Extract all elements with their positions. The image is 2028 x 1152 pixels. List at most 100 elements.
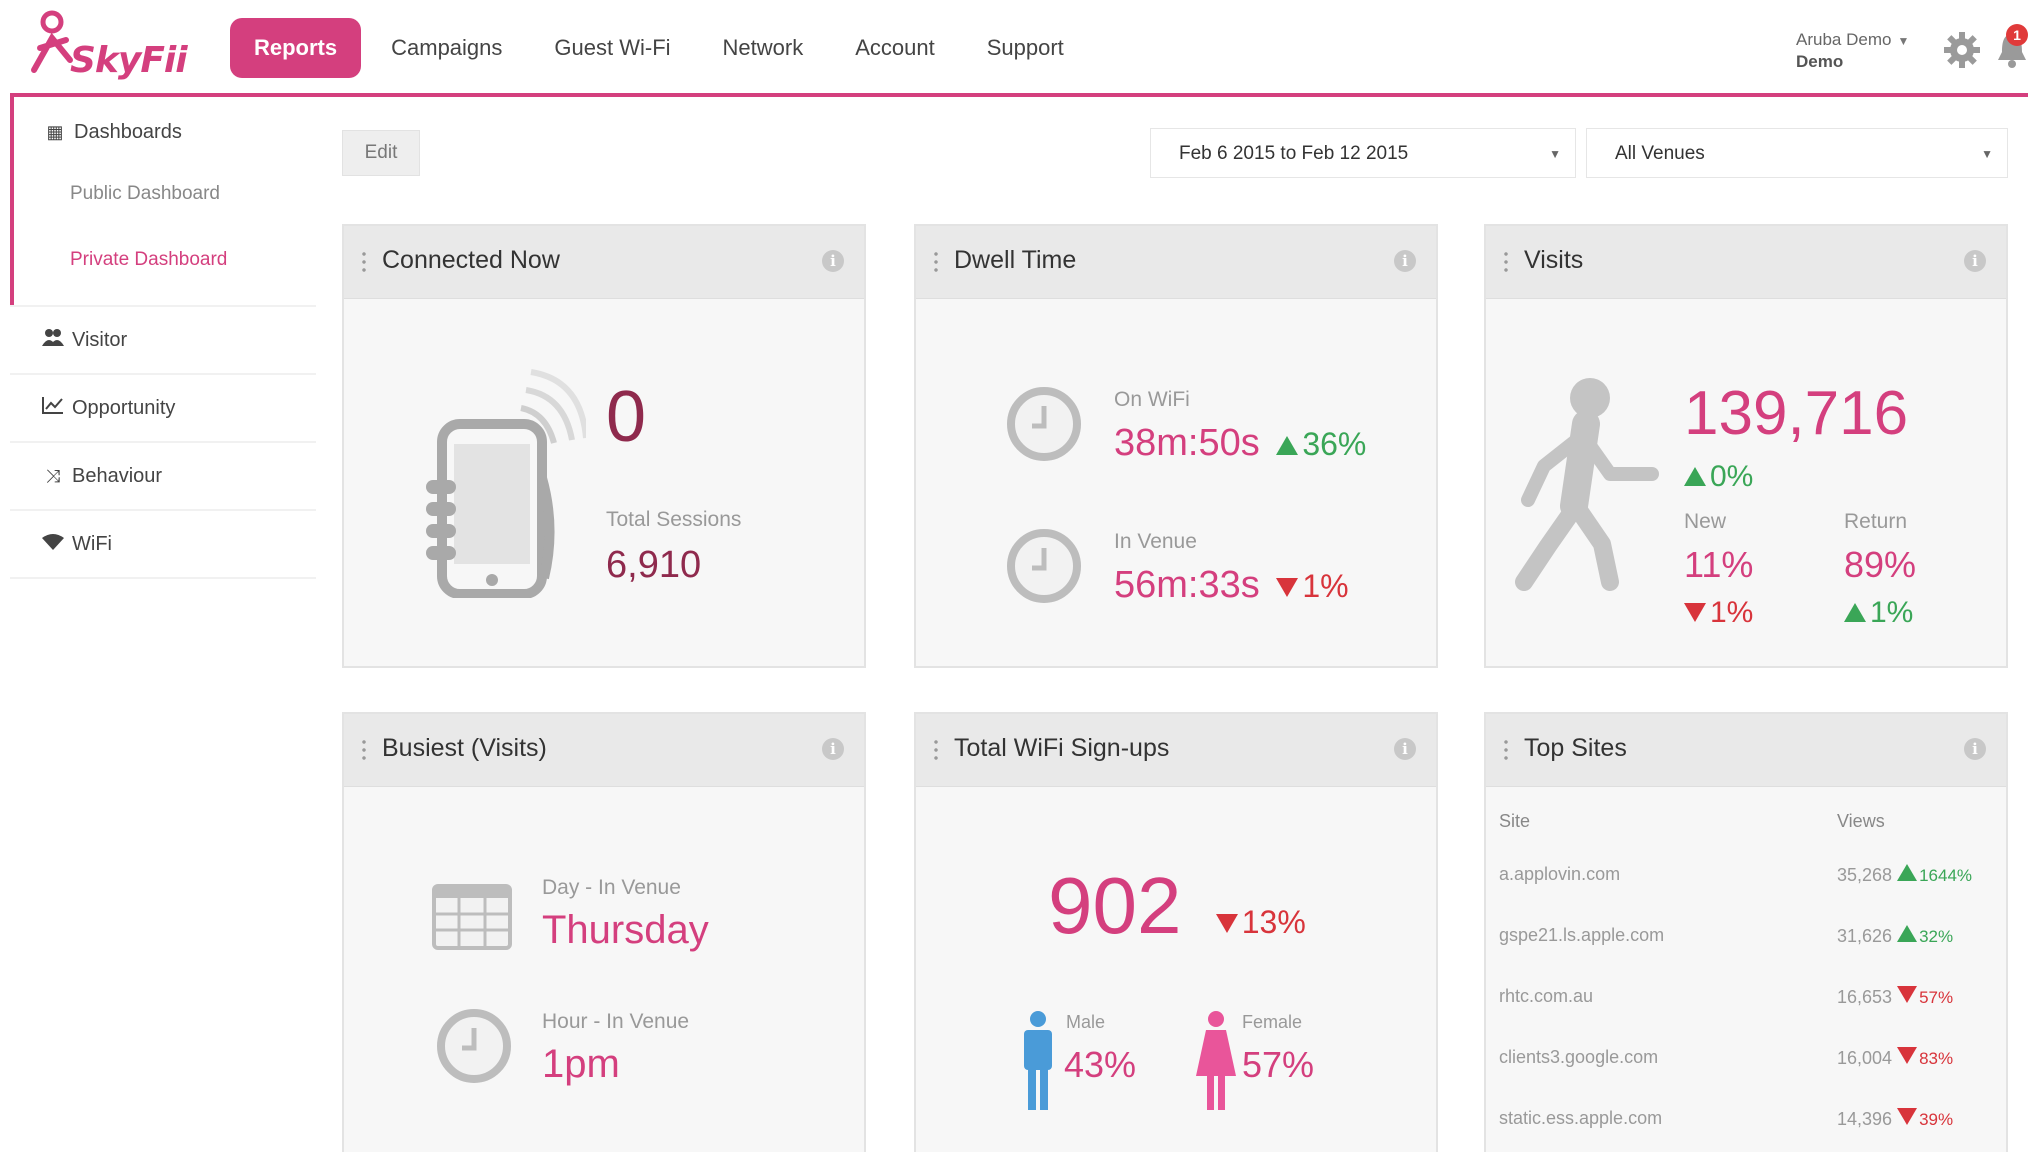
sidebar-item-private-dashboard[interactable]: Private Dashboard <box>14 227 316 293</box>
chevron-down-icon: ▼ <box>1897 34 1910 48</box>
arrow-down-icon <box>1897 1046 1918 1064</box>
busiest-visits-card: Busiest (Visits) i Day - In Venue Thursd… <box>342 712 866 1152</box>
on-wifi-label: On WiFi <box>1114 388 1190 411</box>
venue-value: All Venues <box>1615 143 1705 164</box>
arrow-down-icon <box>1897 985 1918 1003</box>
sidebar-dashboards-group: ▦ Dashboards Public Dashboard Private Das… <box>10 97 316 305</box>
nav-guest-wifi[interactable]: Guest Wi-Fi <box>532 18 692 78</box>
users-icon <box>40 307 66 373</box>
table-row[interactable]: clients3.google.com 16,004 83% <box>1498 1027 2006 1088</box>
nav-reports[interactable]: Reports <box>230 18 362 78</box>
male-icon <box>1024 1011 1052 1110</box>
in-venue-row: 56m:33s 1% <box>1114 564 1349 607</box>
busiest-hour-label: Hour - In Venue <box>542 1010 690 1033</box>
nav-campaigns[interactable]: Campaigns <box>369 18 524 78</box>
calendar-icon <box>432 884 512 950</box>
table-row[interactable]: a.applovin.com 35,268 1644% <box>1498 844 2006 905</box>
site-views: 16,653 <box>1837 986 1893 1007</box>
nav-account[interactable]: Account <box>833 18 957 78</box>
skyfii-logo[interactable]: SkyFii <box>26 8 188 92</box>
clock-icon <box>437 1009 511 1083</box>
male-label: Male <box>1066 1012 1106 1032</box>
site-views: 31,626 <box>1837 925 1893 946</box>
chevron-down-icon: ▼ <box>1549 147 1561 161</box>
table-row[interactable]: static.ess.apple.com 14,396 39% <box>1498 1088 2006 1149</box>
table-row[interactable]: rhtc.com.au 16,653 57% <box>1498 966 2006 1027</box>
edit-button[interactable]: Edit <box>342 130 420 176</box>
phone-wifi-icon <box>426 369 586 598</box>
site-name: rhtc.com.au <box>1499 986 1594 1006</box>
nav-support[interactable]: Support <box>965 18 1086 78</box>
female-label: Female <box>1242 1012 1303 1032</box>
card-title: Visits <box>1524 246 1584 274</box>
clock-icon <box>1007 387 1081 461</box>
venue-select[interactable]: All Venues ▼ <box>1586 128 2008 178</box>
card-header: Visits i <box>1486 226 2006 299</box>
site-change: 83% <box>1897 1046 1953 1068</box>
walking-person-icon <box>1515 378 1659 591</box>
main-nav: Reports Campaigns Guest Wi-Fi Network Ac… <box>230 18 1094 78</box>
drag-handle-icon[interactable] <box>1504 738 1508 762</box>
busiest-day-value: Thursday <box>542 908 709 952</box>
sidebar-item-label: Opportunity <box>72 397 176 419</box>
info-icon[interactable]: i <box>1394 738 1416 760</box>
sidebar-item-label: Behaviour <box>72 465 163 487</box>
total-sessions-value: 6,910 <box>606 544 702 586</box>
user-name: Aruba Demo <box>1796 30 1892 49</box>
sidebar-item-wifi[interactable]: WiFi <box>10 509 316 579</box>
info-icon[interactable]: i <box>1964 250 1986 272</box>
date-range-value: Feb 6 2015 to Feb 12 2015 <box>1179 143 1409 164</box>
sidebar-item-visitor[interactable]: Visitor <box>10 305 316 373</box>
on-wifi-row: 38m:50s 36% <box>1114 422 1366 465</box>
nav-network[interactable]: Network <box>701 18 826 78</box>
connected-now-value: 0 <box>606 377 647 457</box>
sidebar: ▦ Dashboards Public Dashboard Private Das… <box>10 97 316 579</box>
card-title: Top Sites <box>1524 734 1627 762</box>
arrow-up-icon <box>1844 603 1866 622</box>
info-icon[interactable]: i <box>822 738 844 760</box>
info-icon[interactable]: i <box>1964 738 1986 760</box>
info-icon[interactable]: i <box>1394 250 1416 272</box>
female-icon <box>1196 1011 1236 1110</box>
female-value: 57% <box>1242 1044 1315 1085</box>
notification-badge: 1 <box>2006 24 2028 46</box>
sidebar-item-public-dashboard[interactable]: Public Dashboard <box>14 161 316 227</box>
arrow-down-icon <box>1276 578 1299 597</box>
new-visits-change: 1% <box>1684 596 1753 630</box>
site-name: gspe21.ls.apple.com <box>1499 925 1665 945</box>
card-header: Top Sites i <box>1486 714 2006 787</box>
drag-handle-icon[interactable] <box>934 250 938 274</box>
clock-icon <box>1007 529 1081 603</box>
sidebar-item-dashboards[interactable]: ▦ Dashboards <box>14 97 316 161</box>
male-value: 43% <box>1064 1044 1137 1085</box>
arrow-down-icon <box>1215 914 1238 933</box>
on-wifi-value: 38m:50s <box>1114 422 1260 464</box>
drag-handle-icon[interactable] <box>362 250 366 274</box>
card-title: Busiest (Visits) <box>382 734 547 762</box>
in-venue-change: 1% <box>1276 568 1349 604</box>
card-header: Dwell Time i <box>916 226 1436 299</box>
sidebar-item-label: WiFi <box>72 533 112 555</box>
site-change: 57% <box>1897 985 1953 1007</box>
signups-change: 13% <box>1215 904 1306 940</box>
drag-handle-icon[interactable] <box>1504 250 1508 274</box>
card-title: Dwell Time <box>954 246 1077 274</box>
gear-icon[interactable] <box>1942 30 1982 70</box>
new-visits-label: New <box>1684 510 1727 533</box>
sidebar-item-opportunity[interactable]: Opportunity <box>10 373 316 441</box>
return-visits-change: 1% <box>1844 596 1913 630</box>
table-row[interactable]: gspe21.ls.apple.com 31,626 32% <box>1498 905 2006 966</box>
total-sessions-label: Total Sessions <box>606 508 742 531</box>
user-menu[interactable]: Aruba Demo ▼ Demo <box>1796 30 1909 72</box>
top-bar: SkyFii Reports Campaigns Guest Wi-Fi Net… <box>0 0 2028 97</box>
card-title: Connected Now <box>382 246 560 274</box>
line-chart-icon <box>40 375 66 441</box>
top-sites-table: Site Views a.applovin.com 35,268 1644% g… <box>1498 798 2006 1149</box>
info-icon[interactable]: i <box>822 250 844 272</box>
top-sites-card: Top Sites i Site Views a.applovin.com 35… <box>1484 712 2008 1152</box>
sidebar-item-behaviour[interactable]: ⤨ Behaviour <box>10 441 316 509</box>
date-range-select[interactable]: Feb 6 2015 to Feb 12 2015 ▼ <box>1150 128 1576 178</box>
column-header-views: Views <box>1837 810 1885 831</box>
drag-handle-icon[interactable] <box>934 738 938 762</box>
drag-handle-icon[interactable] <box>362 738 366 762</box>
